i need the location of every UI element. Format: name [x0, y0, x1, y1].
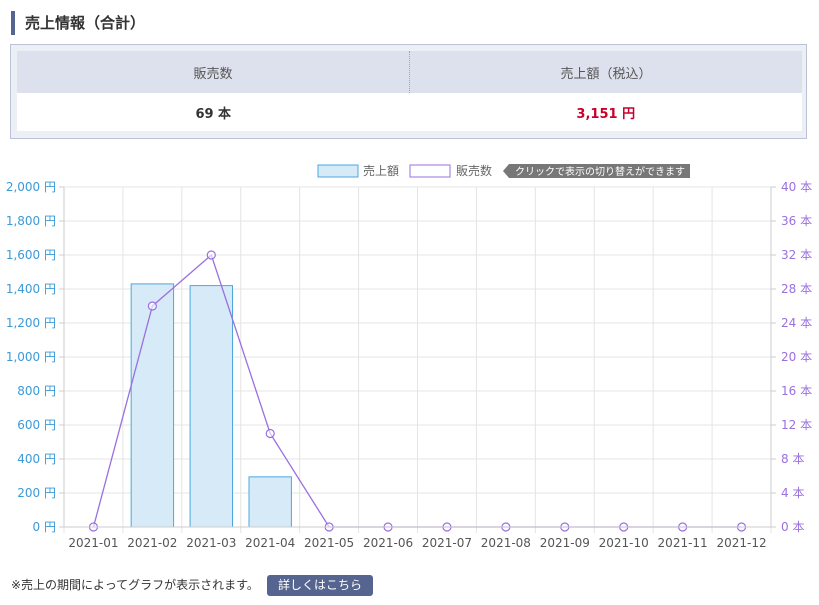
right-axis-label: 8 本: [781, 452, 804, 466]
count-point: [206, 250, 216, 260]
quantity-value: 69 本: [17, 93, 410, 131]
x-axis-label: 2021-01: [68, 536, 118, 550]
section-title: 売上情報（合計）: [11, 11, 145, 35]
count-point: [265, 428, 275, 439]
right-axis-label: 28 本: [781, 282, 812, 296]
left-axis-label: 0 円: [33, 520, 56, 534]
left-axis-label: 400 円: [17, 452, 56, 466]
x-axis-label: 2021-11: [658, 536, 708, 550]
right-axis-label: 36 本: [781, 214, 812, 228]
x-axis-label: 2021-07: [422, 536, 472, 550]
x-axis-label: 2021-03: [186, 536, 236, 550]
sales-bar: [189, 285, 234, 528]
sales-chart: 0 円 0 本 200 円 4 本 400 円 8 本 600 円 12 本 800 円 16 本…: [6, 163, 812, 550]
right-axis-label: 4 本: [781, 486, 804, 500]
legend-hint-text: クリックで表示の切り替えができます: [515, 165, 685, 178]
right-axis-label: 32 本: [781, 248, 812, 262]
quantity-header: 販売数: [17, 51, 410, 93]
sales-bar: [248, 476, 292, 528]
x-axis-label: 2021-09: [540, 536, 590, 550]
x-axis-label: 2021-10: [599, 536, 649, 550]
count-point: [147, 301, 157, 311]
right-axis-label: 16 本: [781, 384, 812, 398]
right-axis-label: 40 本: [781, 180, 812, 194]
left-axis-label: 1,200 円: [6, 316, 56, 330]
legend-count-swatch[interactable]: [409, 164, 451, 178]
footer-note: ※売上の期間によってグラフが表示されます。: [11, 578, 259, 592]
x-axis-label: 2021-04: [245, 536, 295, 550]
left-axis-label: 1,400 円: [6, 282, 56, 296]
x-axis-label: 2021-08: [481, 536, 531, 550]
sales-bars: [130, 283, 292, 528]
x-axis-label: 2021-12: [716, 536, 766, 550]
left-axis-label: 1,000 円: [6, 350, 56, 364]
right-axis-label: 0 本: [781, 520, 804, 534]
legend-count-label[interactable]: 販売数: [456, 163, 492, 178]
left-axis-label: 200 円: [17, 486, 56, 500]
details-button[interactable]: 詳しくはこちら: [267, 575, 373, 596]
left-axis-label: 1,600 円: [6, 248, 56, 262]
left-axis-label: 1,800 円: [6, 214, 56, 228]
x-axis-label: 2021-02: [127, 536, 177, 550]
right-axis-label: 12 本: [781, 418, 812, 432]
sales-summary: 販売数 売上額（税込） 69 本 3,151 円: [10, 44, 807, 139]
amount-value: 3,151 円: [409, 93, 802, 131]
legend-sales-swatch[interactable]: [317, 164, 359, 178]
amount-header: 売上額（税込）: [409, 51, 802, 93]
right-axis-label: 24 本: [781, 316, 812, 330]
chart-axes: 0 円 0 本 200 円 4 本 400 円 8 本 600 円 12 本 800 円 16 本…: [6, 180, 812, 550]
chart-legend[interactable]: 売上額 販売数 クリックで表示の切り替えができます: [317, 163, 690, 178]
sales-bar: [130, 283, 175, 528]
x-axis-label: 2021-06: [363, 536, 413, 550]
summary-table: 販売数 売上額（税込） 69 本 3,151 円: [17, 51, 802, 131]
left-axis-label: 800 円: [17, 384, 56, 398]
legend-sales-label[interactable]: 売上額: [363, 163, 399, 178]
left-axis-label: 600 円: [17, 418, 56, 432]
right-axis-label: 20 本: [781, 350, 812, 364]
left-axis-label: 2,000 円: [6, 180, 56, 194]
x-axis-label: 2021-05: [304, 536, 354, 550]
